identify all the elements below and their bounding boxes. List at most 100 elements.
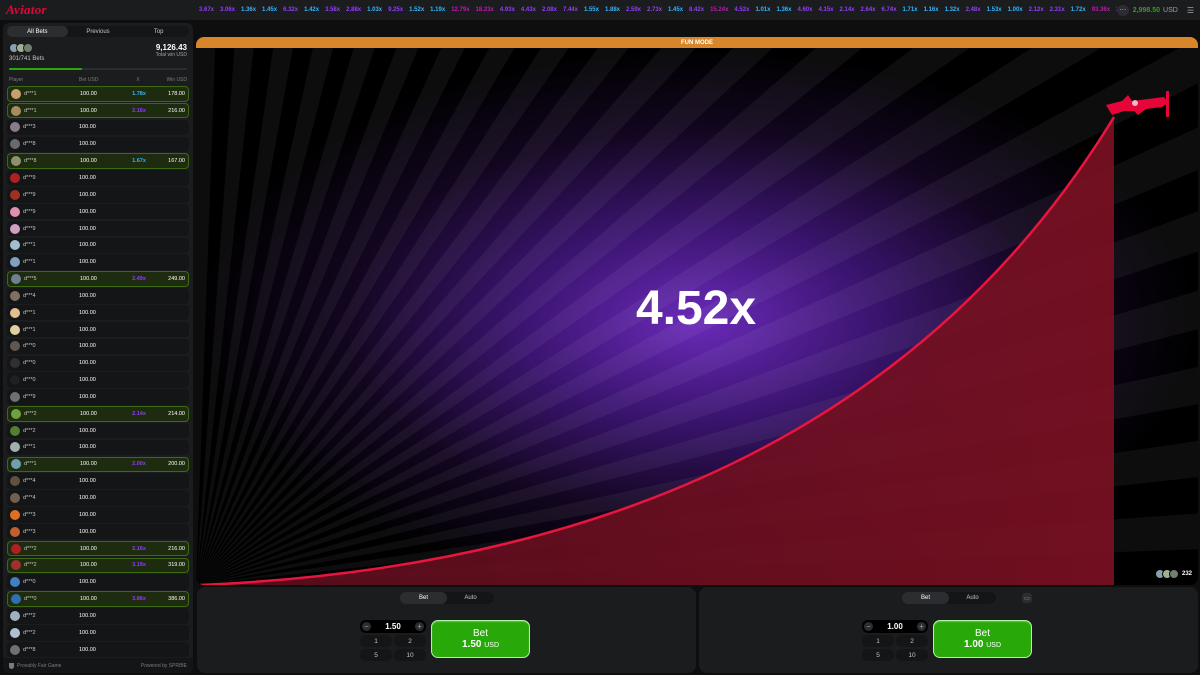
bet-amount-input[interactable]: 1.50 [385,622,401,631]
history-multiplier[interactable]: 2.31x [1047,7,1068,13]
history-multiplier[interactable]: 9.25x [385,7,406,13]
history-multiplier[interactable]: 6.74x [879,7,900,13]
quick-amount-button[interactable]: 2 [394,635,426,647]
history-multiplier[interactable]: 2.12x [1026,7,1047,13]
history-multiplier[interactable]: 2.88x [343,7,364,13]
row-player: d***9 [10,189,79,200]
tab-all-bets[interactable]: All Bets [7,26,68,37]
history-multiplier[interactable]: 2.64x [858,7,879,13]
row-bet: 100.00 [80,410,97,417]
row-player: d***1 [10,307,79,318]
history-multiplier[interactable]: 93.36x [1089,7,1113,13]
quick-amount-button[interactable]: 5 [360,649,392,661]
avatar [1168,569,1179,579]
online-players: 232 [1154,569,1192,579]
avatar [10,324,20,335]
history-multiplier[interactable]: 1.45x [665,7,686,13]
row-win: 200.00 [168,461,185,468]
bet-button[interactable]: Bet 1.50 USD [431,620,530,658]
history-multiplier[interactable]: 1.32x [942,7,963,13]
avatar [10,290,20,301]
avatar [11,156,21,167]
plus-icon[interactable]: + [414,622,424,631]
quick-amount-button[interactable]: 5 [862,649,894,661]
row-multiplier: 2.49x [132,276,146,283]
quick-amount-button[interactable]: 10 [394,649,426,661]
row-player: d***3 [10,122,79,133]
plus-icon[interactable]: + [916,622,926,631]
quick-amount-button[interactable]: 1 [862,635,894,647]
history-multiplier[interactable]: 3.67x [196,7,217,13]
row-bet: 100.00 [79,309,96,316]
history-multiplier[interactable]: 18.23x [473,7,497,13]
history-multiplier[interactable]: 15.24x [707,7,731,13]
history-multiplier[interactable]: 7.44x [560,7,581,13]
history-multiplier[interactable]: 3.06x [217,7,238,13]
col-win: Win USD [166,77,187,83]
row-bet: 100.00 [79,511,96,518]
history-multiplier[interactable]: 1.72x [1068,7,1089,13]
history-multiplier[interactable]: 8.42x [686,7,707,13]
avatar [11,88,21,99]
tab-top[interactable]: Top [128,26,189,37]
history-multiplier[interactable]: 4.60x [794,7,815,13]
history-multiplier[interactable]: 1.88x [602,7,623,13]
tab-bet[interactable]: Bet [400,592,447,604]
history-multiplier[interactable]: 1.45x [259,7,280,13]
tab-bet[interactable]: Bet [902,592,949,604]
history-multiplier[interactable]: 1.53x [984,7,1005,13]
history-multiplier[interactable]: 1.16x [921,7,942,13]
bets-summary: 301/741 Bets 9,126.43 Total win USD [3,40,193,66]
provably-fair-label: Provably Fair Game [17,662,62,669]
history-multiplier[interactable]: 4.15x [815,7,836,13]
history-multiplier[interactable]: 1.01x [752,7,773,13]
row-player: d***4 [10,493,79,503]
ellipsis-icon[interactable]: ⋯ [1116,4,1129,16]
bet-row: d***1 100.00 [7,304,189,321]
quick-amount-button[interactable]: 1 [360,635,392,647]
tab-auto[interactable]: Auto [447,592,494,604]
history-multiplier[interactable]: 1.71x [900,7,921,13]
tab-previous[interactable]: Previous [68,26,129,37]
history-multiplier[interactable]: 4.52x [731,7,752,13]
row-bet: 100.00 [80,90,97,97]
minus-icon[interactable]: − [864,622,873,631]
tab-auto[interactable]: Auto [949,592,996,604]
bet-row: d***2 100.00 2.14x 214.00 [7,406,189,422]
quick-amount-button[interactable]: 10 [896,649,928,661]
history-multiplier[interactable]: 12.79x [448,7,472,13]
history-multiplier[interactable]: 1.42x [301,7,322,13]
history-multiplier[interactable]: 2.14x [837,7,858,13]
history-multiplier[interactable]: 1.19x [427,7,448,13]
history-multiplier[interactable]: 1.00x [1005,7,1026,13]
provably-fair[interactable]: Provably Fair Game [9,662,62,669]
avatar [10,391,20,402]
history-multiplier[interactable]: 2.48x [963,7,984,13]
history-multiplier[interactable]: 4.43x [518,7,539,13]
remove-bet-panel-icon[interactable]: ▭ [1022,593,1032,603]
quick-amount-button[interactable]: 2 [896,635,928,647]
avatar [11,459,21,470]
history-multiplier[interactable]: 1.55x [581,7,602,13]
avatar [10,307,20,318]
bets-list[interactable]: d***1 100.00 1.78x 178.00 d***1 100.00 2.16x 21… [3,86,193,658]
minus-icon[interactable]: − [362,622,371,631]
history-multiplier[interactable]: 1.36x [773,7,794,13]
player-name: d***0 [23,377,36,384]
bet-button[interactable]: Bet 1.00 USD [933,620,1032,658]
history-multiplier[interactable]: 1.03x [364,7,385,13]
row-player: d***2 [10,610,79,621]
aviator-logo[interactable]: Aviator [0,2,196,18]
avatar [10,442,20,453]
history-multiplier[interactable]: 3.58x [322,7,343,13]
history-multiplier[interactable]: 1.52x [406,7,427,13]
history-multiplier[interactable]: 2.73x [644,7,665,13]
row-bet: 100.00 [79,579,96,586]
history-multiplier[interactable]: 4.93x [497,7,518,13]
hamburger-menu-icon[interactable]: ☰ [1187,6,1194,15]
history-multiplier[interactable]: 1.36x [238,7,259,13]
history-multiplier[interactable]: 2.08x [539,7,560,13]
history-multiplier[interactable]: 6.32x [280,7,301,13]
history-multiplier[interactable]: 2.59x [623,7,644,13]
bet-amount-input[interactable]: 1.00 [887,622,903,631]
